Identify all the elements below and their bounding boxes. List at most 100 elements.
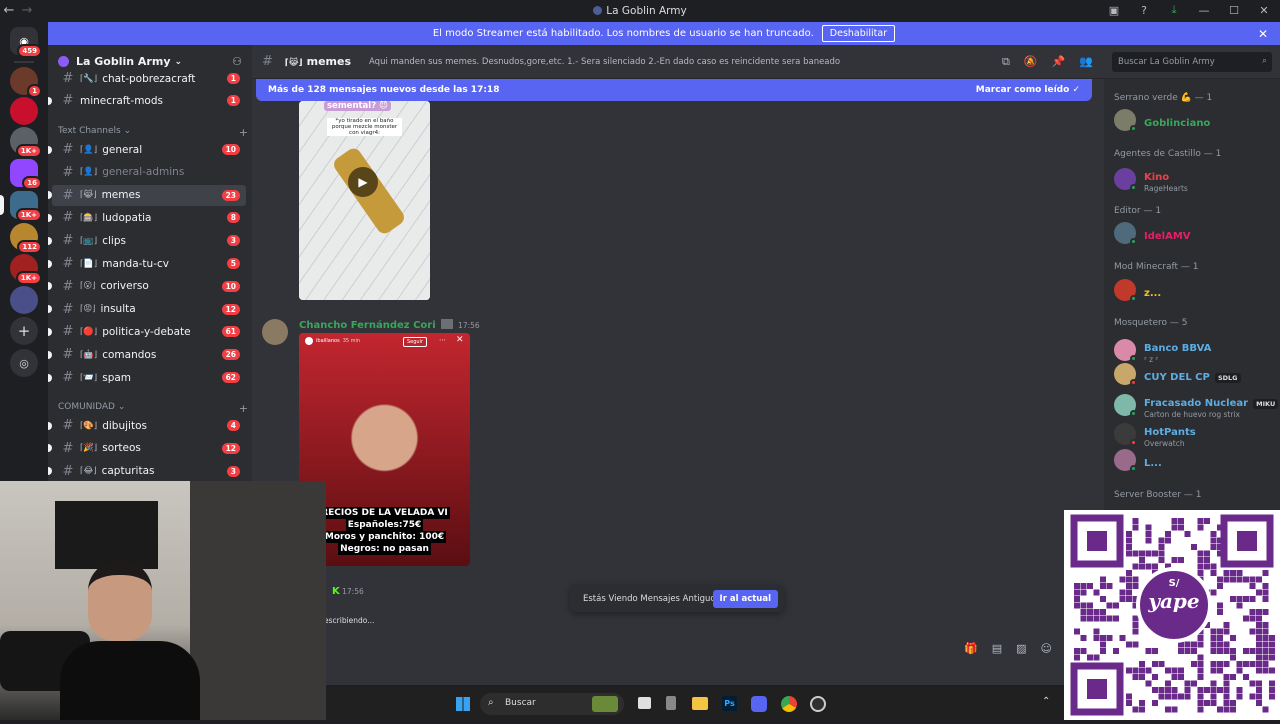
channel-sorteos[interactable]: # ⌈🎉⌋ sorteos 12 <box>48 438 246 459</box>
server-icon-6[interactable]: 112 <box>10 223 42 254</box>
pin-icon[interactable]: 📌 <box>1052 55 1066 69</box>
message-area[interactable]: Más de 128 mensajes nuevos desde las 17:… <box>252 79 1104 685</box>
kick-icon: K <box>332 586 340 597</box>
chevron-down-icon: ⌄ <box>123 126 132 136</box>
channel-ludopatia[interactable]: # ⌈🎰⌋ ludopatia 8 <box>48 207 246 228</box>
inbox-icon[interactable]: ▣ <box>1106 2 1122 18</box>
play-button-icon[interactable]: ▶ <box>348 167 378 197</box>
channel-insulta[interactable]: # ⌈😡⌋ insulta 12 <box>48 299 246 320</box>
explore-servers-icon[interactable]: ◎ <box>10 349 38 377</box>
channel-dibujitos[interactable]: # ⌈🎨⌋ dibujitos 4 <box>48 415 246 436</box>
channel-minecraft-mods[interactable]: # minecraft-mods 1 <box>48 90 246 111</box>
channel-spam[interactable]: # ⌈📨⌋ spam 62 <box>48 367 246 388</box>
channel-memes[interactable]: # ⌈😹⌋ memes 23 <box>48 184 246 206</box>
channel-chat-pobrezacraft[interactable]: # ⌈🔧⌋ chat-pobrezacraft 1 <box>52 68 246 89</box>
channel-comandos[interactable]: # ⌈🤖⌋ comandos 26 <box>48 344 246 365</box>
sticker-icon[interactable]: ▨ <box>1016 642 1026 655</box>
unread-indicator <box>48 96 52 105</box>
streamer-mode-message: El modo Streamer está habilitado. Los no… <box>432 28 814 39</box>
download-icon[interactable]: ⤓ <box>1166 2 1182 18</box>
member-name: IdelAMV <box>1144 230 1191 242</box>
status-dot <box>1130 125 1137 132</box>
maximize-icon[interactable]: ☐ <box>1226 2 1242 18</box>
mute-bell-icon[interactable]: 🔕 <box>1024 55 1038 69</box>
channel-general-admins[interactable]: # ⌈👤⌋ general-admins <box>52 162 246 183</box>
category-text-channels[interactable]: Text Channels ⌄ + <box>58 126 248 139</box>
role-header: Server Booster — 1 <box>1114 490 1202 500</box>
home-discord-icon[interactable]: ◉ 459 <box>10 27 42 58</box>
server-icon-goblin-army[interactable]: 1K+ <box>10 191 42 222</box>
search-placeholder: Buscar La Goblin Army <box>1118 57 1215 67</box>
old-messages-bar: Estás Viendo Mensajes Antiguos Ir al act… <box>570 585 784 612</box>
member-item[interactable]: L... <box>1114 449 1162 472</box>
search-input[interactable]: Buscar La Goblin Army ⌕ <box>1112 52 1272 72</box>
channel-topic[interactable]: Aqui manden sus memes. Desnudos,gore,etc… <box>369 57 840 67</box>
member-item[interactable]: HotPants Overwatch <box>1114 420 1196 448</box>
obs-icon[interactable] <box>810 696 826 712</box>
channel-general[interactable]: # ⌈👤⌋ general 10 <box>48 139 246 160</box>
member-item[interactable]: z... <box>1114 279 1161 302</box>
chrome-icon[interactable] <box>781 696 797 712</box>
hash-icon: # <box>62 440 74 456</box>
file-explorer-icon[interactable] <box>692 697 708 710</box>
create-channel-icon[interactable]: + <box>239 126 248 139</box>
mark-as-read-button[interactable]: Marcar como leído ✓ <box>976 85 1080 95</box>
story-close-icon[interactable]: ✕ <box>456 335 464 345</box>
story-follow-button[interactable]: Seguir <box>403 337 428 347</box>
jump-to-present-button[interactable]: Ir al actual <box>712 589 778 608</box>
server-icon-1[interactable]: 1 <box>10 67 42 98</box>
channel-politica-y-debate[interactable]: # ⌈🔴⌋ politica-y-debate 61 <box>48 321 246 342</box>
hash-icon: # <box>62 256 74 271</box>
channel-manda-tu-cv[interactable]: # ⌈📄⌋ manda-tu-cv 5 <box>48 253 246 274</box>
gif-icon[interactable]: ▤ <box>992 642 1002 655</box>
close-banner-icon[interactable]: ✕ <box>1258 27 1268 41</box>
member-avatar <box>1114 394 1137 417</box>
message-author[interactable]: Chancho Fernández Cori <box>299 320 436 331</box>
member-name: L... <box>1144 457 1162 469</box>
video-attachment[interactable]: semental? 😈 *yo tirado en el baño porque… <box>299 101 430 300</box>
server-icon-8[interactable] <box>10 286 38 314</box>
help-icon[interactable]: ? <box>1136 2 1152 18</box>
channel-name: sorteos <box>102 442 141 455</box>
close-window-icon[interactable]: ✕ <box>1256 2 1272 18</box>
photoshop-icon[interactable]: Ps <box>722 696 737 711</box>
server-icon-7[interactable]: 1K+ <box>10 254 42 285</box>
member-item[interactable]: Kino RageHearts <box>1114 165 1188 193</box>
emoji-icon[interactable]: ☺ <box>1041 642 1052 655</box>
discord-taskbar-icon[interactable] <box>751 696 767 712</box>
unread-badge: 12 <box>221 442 240 454</box>
create-channel-icon[interactable]: + <box>239 402 248 415</box>
windows-start-icon[interactable] <box>456 697 470 711</box>
member-item[interactable]: Goblinciano <box>1114 109 1210 132</box>
server-icon-twitch[interactable]: 16 <box>10 159 42 190</box>
server-icon-3[interactable]: 1K+ <box>10 127 42 158</box>
role-badge-icon <box>440 319 453 329</box>
member-list-icon[interactable]: 👥 <box>1079 55 1093 69</box>
user-avatar[interactable] <box>262 319 288 345</box>
server-icon-2[interactable] <box>10 97 38 125</box>
minimize-icon[interactable]: — <box>1196 2 1212 18</box>
disable-streamer-button[interactable]: Deshabilitar <box>821 25 896 42</box>
wardrobe <box>190 481 326 720</box>
taskview-icon[interactable] <box>638 697 651 709</box>
gift-icon[interactable]: 🎁 <box>964 642 978 655</box>
channel-name: general-admins <box>102 166 185 179</box>
channel-clips[interactable]: # ⌈📺⌋ clips 3 <box>48 230 246 251</box>
member-item[interactable]: IdelAMV <box>1114 222 1191 245</box>
channel-capturitas[interactable]: # ⌈😂⌋ capturitas 3 <box>48 461 246 482</box>
taskbar-search-input[interactable]: ⌕ Buscar <box>480 693 624 715</box>
add-member-icon[interactable]: ⚇ <box>232 55 242 68</box>
role-header: Agentes de Castillo — 1 <box>1114 149 1222 159</box>
category-comunidad[interactable]: COMUNIDAD ⌄ + <box>58 402 248 415</box>
app-icon-terminal[interactable] <box>666 696 676 710</box>
member-item[interactable]: CUY DEL CP SDLG <box>1114 363 1241 386</box>
new-messages-bar[interactable]: Más de 128 mensajes nuevos desde las 17:… <box>256 79 1092 101</box>
channel-coriverso[interactable]: # ⌈😮⌋ coriverso 10 <box>48 276 246 297</box>
member-item[interactable]: Fracasado Nuclear MIKU Carton de huevo ro… <box>1114 391 1279 419</box>
add-server-icon[interactable]: + <box>10 317 38 345</box>
wall-tv <box>55 501 158 569</box>
member-item[interactable]: Banco BBVA ᶻ z ᶻ <box>1114 336 1211 364</box>
tray-chevron-icon[interactable]: ⌃ <box>1042 696 1050 707</box>
story-more-icon[interactable]: ⋯ <box>439 336 446 344</box>
threads-icon[interactable]: ⧉ <box>1002 55 1010 69</box>
